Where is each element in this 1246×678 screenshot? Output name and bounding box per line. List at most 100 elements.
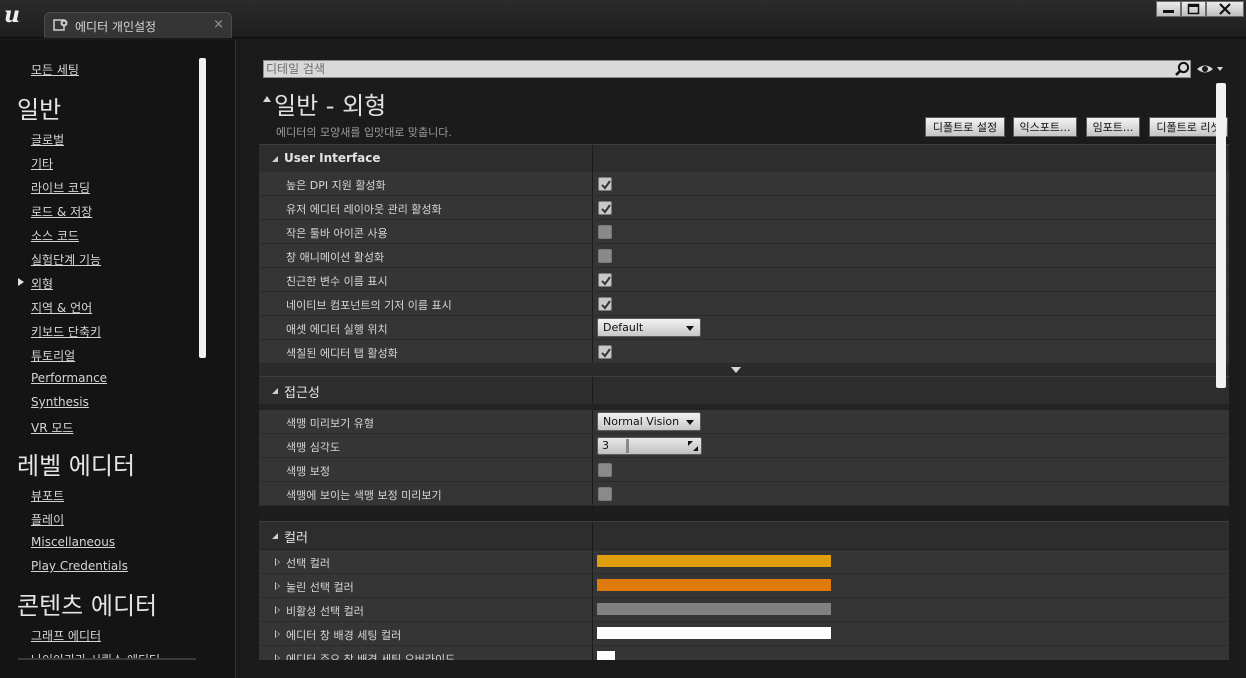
sidebar-category-general: 일반 [17,96,62,124]
sidebar-item-keyboard-shortcuts[interactable]: 키보드 단축키 [31,323,101,340]
column-divider [592,506,593,521]
color-swatch[interactable] [597,579,831,591]
color-swatch[interactable] [597,555,831,567]
set-as-default-button[interactable]: 디폴트로 설정 [925,117,1005,137]
sidebar-list: 모든 세팅 일반 글로벌 기타 라이브 코딩 로드 & 저장 소스 코드 실험단… [0,40,198,660]
property-row: 네이티브 컴포넌트의 기저 이름 표시 [259,292,1229,316]
checkbox-high-dpi[interactable] [598,177,612,191]
column-divider [592,598,593,621]
column-divider [592,646,593,660]
checkbox-user-layouts[interactable] [598,201,612,215]
tab-editor-preferences[interactable]: 에디터 개인설정 × [44,12,232,38]
checkbox-native-component-names[interactable] [598,297,612,311]
maximize-icon [1187,3,1200,15]
property-row: 친근한 변수 이름 표시 [259,268,1229,292]
checkmark-icon [601,276,611,286]
column-divider [592,316,593,339]
checkbox-friendly-names[interactable] [598,273,612,287]
sidebar-item-load-save[interactable]: 로드 & 저장 [31,203,92,220]
color-vision-severity-spinbox[interactable]: 3 [597,437,702,455]
column-divider [592,482,593,505]
minimize-button[interactable] [1156,1,1181,17]
asset-editor-location-dropdown[interactable]: Default [597,318,701,337]
collapse-arrow-icon [272,388,278,394]
property-row: 작은 툴바 아이콘 사용 [259,220,1229,244]
sidebar-item-play[interactable]: 플레이 [31,511,64,528]
checkbox-correction-preview[interactable] [598,487,612,501]
property-label: 유저 에디터 레이아웃 관리 활성화 [286,203,442,216]
collapse-arrow-icon [272,156,278,162]
color-property-row: 에디터 주요 창 배경 세팅 오버라이드 [259,646,1229,660]
eye-view-options-icon[interactable] [1196,61,1224,77]
property-label: 색맹 미리보기 유형 [286,417,374,430]
page-description: 에디터의 모양새를 입맛대로 맞춥니다. [276,126,452,139]
property-label: 애셋 에디터 실행 위치 [286,323,388,336]
maximize-button[interactable] [1181,1,1206,17]
sidebar-item-performance[interactable]: Performance [31,371,107,385]
export-button[interactable]: 익스포트... [1013,117,1077,137]
expand-arrow-icon[interactable] [275,630,280,638]
column-divider [592,145,593,172]
category-title: 컬러 [284,531,308,546]
sidebar-item-region-language[interactable]: 지역 & 언어 [31,299,92,316]
expand-arrow-icon[interactable] [275,606,280,614]
checkbox-small-toolbar-icons[interactable] [598,225,612,239]
category-colors[interactable]: 컬러 [259,521,1229,549]
category-accessibility[interactable]: 접근성 [259,376,1229,404]
sidebar-item-appearance[interactable]: 외형 [31,275,53,292]
collapse-arrow-icon [272,533,278,539]
checkbox-window-animations[interactable] [598,249,612,263]
property-label: 에디터 창 배경 세팅 컬러 [286,629,402,642]
column-divider [592,377,593,404]
search-icon[interactable] [1174,61,1190,77]
sidebar-item-source-code[interactable]: 소스 코드 [31,227,79,244]
sidebar-item-graph-editors[interactable]: 그래프 에디터 [31,627,101,644]
column-divider [592,550,593,573]
slider-handle[interactable] [626,439,629,453]
expand-arrow-icon[interactable] [275,654,280,660]
import-button[interactable]: 임포트... [1086,117,1140,137]
close-window-button[interactable] [1206,1,1244,17]
selected-arrow-icon [18,278,24,286]
property-row: 색칠된 에디터 탭 활성화 [259,340,1229,364]
sidebar-item-viewports[interactable]: 뷰포트 [31,487,64,504]
sidebar-item-vr-mode[interactable]: VR 모드 [31,419,73,436]
color-property-row: 선택 컬러 [259,550,1229,574]
category-user-interface[interactable]: User Interface [259,144,1229,172]
sidebar-item-misc[interactable]: 기타 [31,155,53,172]
checkbox-colored-tabs[interactable] [598,345,612,359]
sidebar-item-experimental[interactable]: 실험단계 기능 [31,251,101,268]
sidebar-item-synthesis[interactable]: Synthesis [31,395,89,409]
details-main: 일반 - 외형 에디터의 모양새를 입맛대로 맞춥니다. 디폴트로 설정 익스포… [241,40,1246,678]
expand-arrow-icon[interactable] [275,558,280,566]
column-divider [592,434,593,457]
advanced-expander[interactable] [259,364,1229,376]
collapse-arrow-icon[interactable] [263,96,271,102]
unreal-logo-icon: u [4,2,20,28]
property-row: 색맹에 보이는 색맹 보정 미리보기 [259,482,1229,506]
sidebar-item-miscellaneous[interactable]: Miscellaneous [31,535,115,549]
property-row: 색맹 미리보기 유형 Normal Vision [259,410,1229,434]
sidebar-item-global[interactable]: 글로벌 [31,131,64,148]
property-label: 네이티브 컴포넌트의 기저 이름 표시 [286,299,452,312]
sidebar-item-all-settings[interactable]: 모든 세팅 [31,61,79,78]
column-divider [592,244,593,267]
property-label: 색맹 심각도 [286,441,341,454]
color-vision-type-dropdown[interactable]: Normal Vision [597,412,701,431]
checkbox-color-vision-correction[interactable] [598,463,612,477]
sidebar-item-tutorials[interactable]: 튜토리얼 [31,347,75,364]
property-label: 창 애니메이션 활성화 [286,251,385,264]
sidebar-scrollbar[interactable] [199,58,206,358]
details-scrollbar[interactable] [1216,83,1226,388]
column-divider [592,458,593,481]
search-input[interactable] [266,61,1156,77]
color-swatch[interactable] [597,603,831,615]
dropdown-value: Normal Vision [603,415,680,428]
sidebar-item-live-coding[interactable]: 라이브 코딩 [31,179,90,196]
color-swatch[interactable] [597,627,831,639]
sidebar-item-play-credentials[interactable]: Play Credentials [31,559,128,573]
expand-arrow-icon[interactable] [275,582,280,590]
color-swatch[interactable] [597,651,615,660]
property-label: 작은 툴바 아이콘 사용 [286,227,388,240]
tab-close-icon[interactable]: × [213,17,224,32]
